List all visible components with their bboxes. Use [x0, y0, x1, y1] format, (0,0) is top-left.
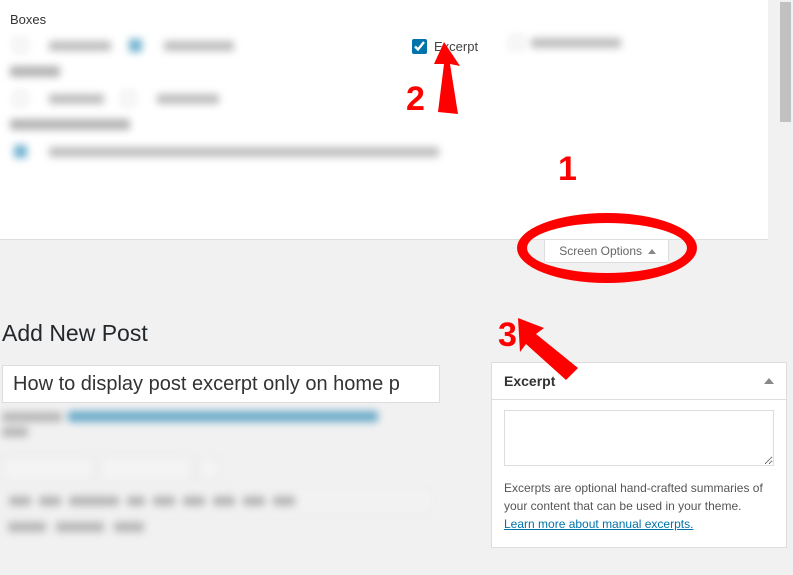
excerpt-metabox: Excerpt Excerpts are optional hand-craft… [491, 362, 787, 548]
excerpt-metabox-title: Excerpt [504, 373, 555, 389]
excerpt-textarea[interactable] [504, 410, 774, 466]
excerpt-help-text: Excerpts are optional hand-crafted summa… [504, 479, 774, 533]
blurred-editor-toolbar [2, 411, 432, 536]
excerpt-checkbox-label: Excerpt [434, 39, 478, 54]
excerpt-checkbox-input[interactable] [412, 39, 427, 54]
post-title-input[interactable] [2, 365, 440, 403]
blurred-options [10, 39, 758, 158]
excerpt-help-sentence: Excerpts are optional hand-crafted summa… [504, 481, 763, 513]
screen-options-boxes-panel: Boxes Excerpt [0, 0, 768, 240]
scrollbar-thumb[interactable] [780, 2, 791, 122]
blurred-checkbox [510, 36, 621, 49]
excerpt-metabox-body: Excerpts are optional hand-crafted summa… [492, 400, 786, 547]
collapse-icon [764, 378, 774, 384]
excerpt-visibility-checkbox[interactable]: Excerpt [408, 36, 478, 57]
excerpt-learn-more-link[interactable]: Learn more about manual excerpts. [504, 517, 693, 531]
page-title: Add New Post [2, 320, 770, 347]
excerpt-metabox-heading[interactable]: Excerpt [492, 363, 786, 400]
boxes-panel-title: Boxes [10, 12, 758, 27]
